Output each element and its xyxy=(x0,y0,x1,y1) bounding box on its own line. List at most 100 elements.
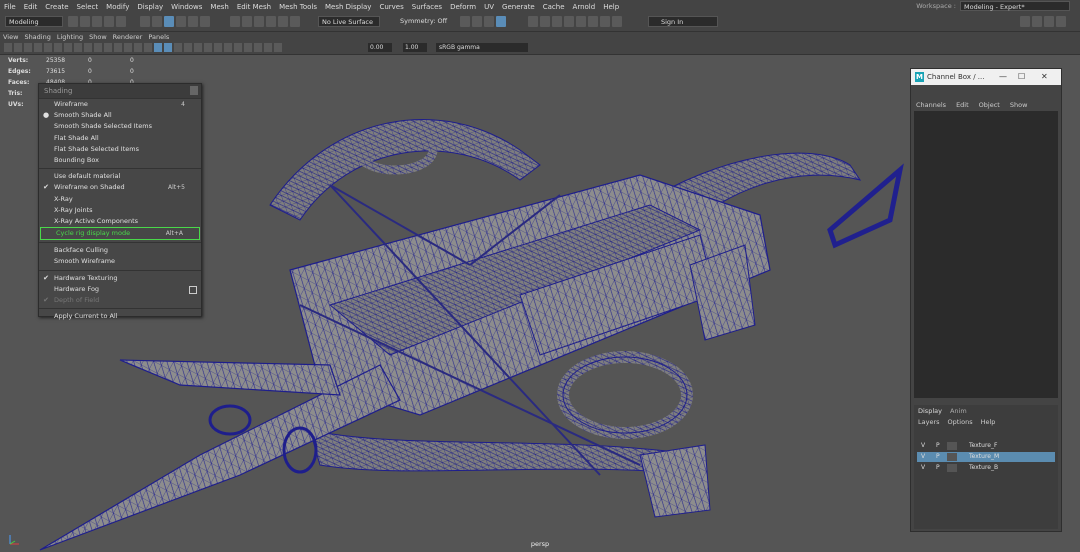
snap-view-icon[interactable] xyxy=(266,16,276,27)
menu-display[interactable]: Display xyxy=(137,3,163,11)
channel-menu-show[interactable]: Show xyxy=(1010,101,1028,109)
panel-menu-view[interactable]: View xyxy=(3,33,18,41)
shading-item-wireframe[interactable]: Wireframe 4 xyxy=(39,99,201,110)
menu-mesh-tools[interactable]: Mesh Tools xyxy=(279,3,317,11)
render-settings-icon[interactable] xyxy=(564,16,574,27)
snap-point-icon[interactable] xyxy=(254,16,264,27)
play-icon[interactable] xyxy=(600,16,610,27)
hypershade-icon[interactable] xyxy=(576,16,586,27)
menu-modify[interactable]: Modify xyxy=(106,3,129,11)
select-component-icon[interactable] xyxy=(164,16,174,27)
layer-visibility-toggle[interactable]: V xyxy=(921,452,925,462)
select-vertex-icon[interactable] xyxy=(176,16,186,27)
2d-pan-icon[interactable] xyxy=(44,43,52,52)
shading-item-use-default-material[interactable]: Use default material xyxy=(39,171,201,182)
maximize-icon[interactable]: ☐ xyxy=(1018,69,1025,85)
field-chart-icon[interactable] xyxy=(104,43,112,52)
shading-item-apply-current-to-all[interactable]: Apply Current to All xyxy=(39,311,201,322)
safe-action-icon[interactable] xyxy=(114,43,122,52)
shading-item-bounding-box[interactable]: Bounding Box xyxy=(39,155,201,166)
shading-item-smooth-shade-selected-items[interactable]: Smooth Shade Selected Items xyxy=(39,121,201,132)
shading-item-x-ray-joints[interactable]: X-Ray Joints xyxy=(39,205,201,216)
layer-visibility-toggle[interactable]: V xyxy=(921,463,925,473)
input-ops-icon[interactable] xyxy=(472,16,482,27)
grease-pencil-icon[interactable] xyxy=(54,43,62,52)
layer-color-swatch[interactable] xyxy=(947,442,957,450)
gate-mask-icon[interactable] xyxy=(94,43,102,52)
menu-uv[interactable]: UV xyxy=(484,3,494,11)
menu-select[interactable]: Select xyxy=(77,3,99,11)
output-ops-icon[interactable] xyxy=(484,16,494,27)
panel-menu-show[interactable]: Show xyxy=(89,33,107,41)
wireframe-on-shaded-icon[interactable] xyxy=(154,43,162,52)
color-space-dropdown[interactable]: sRGB gamma xyxy=(436,43,528,52)
channel-menu-edit[interactable]: Edit xyxy=(956,101,969,109)
layer-menu-layers[interactable]: Layers xyxy=(918,418,940,426)
undo-icon[interactable] xyxy=(104,16,114,27)
shading-item-hardware-texturing[interactable]: ✔ Hardware Texturing xyxy=(39,273,201,284)
symmetry-setting[interactable]: Symmetry: Off xyxy=(400,17,447,25)
layer-playback-toggle[interactable]: P xyxy=(936,452,940,462)
menu-windows[interactable]: Windows xyxy=(171,3,202,11)
tear-off-icon[interactable] xyxy=(190,86,198,95)
layer-tab-display[interactable]: Display xyxy=(918,407,942,415)
channel-menu-object[interactable]: Object xyxy=(979,101,1000,109)
pause-icon[interactable] xyxy=(612,16,622,27)
sign-in-button[interactable]: Sign In xyxy=(648,16,718,27)
new-scene-icon[interactable] xyxy=(68,16,78,27)
image-plane-icon[interactable] xyxy=(34,43,42,52)
snap-grid-icon[interactable] xyxy=(230,16,240,27)
layer-tab-anim[interactable]: Anim xyxy=(950,407,967,415)
layer-playback-toggle[interactable]: P xyxy=(936,463,940,473)
exposure-field[interactable]: 0.00 xyxy=(368,43,392,52)
gamma-field[interactable]: 1.00 xyxy=(403,43,427,52)
shading-item-smooth-wireframe[interactable]: Smooth Wireframe xyxy=(39,256,201,267)
isolate-select-icon[interactable] xyxy=(234,43,242,52)
shading-item-backface-culling[interactable]: Backface Culling xyxy=(39,245,201,256)
shading-item-x-ray-active-components[interactable]: X-Ray Active Components xyxy=(39,216,201,227)
save-scene-icon[interactable] xyxy=(92,16,102,27)
camera-icon[interactable] xyxy=(496,16,506,27)
select-edge-icon[interactable] xyxy=(188,16,198,27)
arnold-render-icon[interactable] xyxy=(588,16,598,27)
menu-deform[interactable]: Deform xyxy=(450,3,476,11)
textured-icon[interactable] xyxy=(164,43,172,52)
snap-live-icon[interactable] xyxy=(290,16,300,27)
ambient-occlusion-icon[interactable] xyxy=(194,43,202,52)
minimize-icon[interactable]: — xyxy=(999,69,1007,85)
menu-cache[interactable]: Cache xyxy=(543,3,565,11)
ipr-render-icon[interactable] xyxy=(552,16,562,27)
panel-menu-renderer[interactable]: Renderer xyxy=(113,33,143,41)
wireframe-icon[interactable] xyxy=(134,43,142,52)
shading-item-hardware-fog[interactable]: Hardware Fog xyxy=(39,284,201,295)
render-current-icon[interactable] xyxy=(540,16,550,27)
xray-active-icon[interactable] xyxy=(254,43,262,52)
menu-create[interactable]: Create xyxy=(45,3,68,11)
depth-of-field-icon[interactable] xyxy=(224,43,232,52)
shading-item-depth-of-field[interactable]: ✔ Depth of Field xyxy=(39,295,201,306)
layer-menu-options[interactable]: Options xyxy=(948,418,973,426)
layer-menu-help[interactable]: Help xyxy=(981,418,996,426)
xray-icon[interactable] xyxy=(244,43,252,52)
channel-menu-channels[interactable]: Channels xyxy=(916,101,946,109)
layer-row[interactable]: V P Texture_F xyxy=(917,441,1055,451)
film-gate-icon[interactable] xyxy=(74,43,82,52)
smooth-shade-icon[interactable] xyxy=(144,43,152,52)
layer-color-swatch[interactable] xyxy=(947,453,957,461)
menu-curves[interactable]: Curves xyxy=(379,3,403,11)
antialiasing-icon[interactable] xyxy=(214,43,222,52)
bookmark-icon[interactable] xyxy=(24,43,32,52)
close-icon[interactable]: ✕ xyxy=(1041,69,1048,85)
layer-color-swatch[interactable] xyxy=(947,464,957,472)
shading-item-smooth-shade-all[interactable]: ● Smooth Shade All xyxy=(39,110,201,121)
exposure-icon[interactable] xyxy=(274,43,282,52)
menu-file[interactable]: File xyxy=(4,3,16,11)
select-hierarchy-icon[interactable] xyxy=(140,16,150,27)
resolution-gate-icon[interactable] xyxy=(84,43,92,52)
motion-blur-icon[interactable] xyxy=(204,43,212,52)
safe-title-icon[interactable] xyxy=(124,43,132,52)
grid-icon[interactable] xyxy=(64,43,72,52)
menu-surfaces[interactable]: Surfaces xyxy=(412,3,442,11)
panel-menu-lighting[interactable]: Lighting xyxy=(57,33,83,41)
tool-settings-icon[interactable] xyxy=(1044,16,1054,27)
